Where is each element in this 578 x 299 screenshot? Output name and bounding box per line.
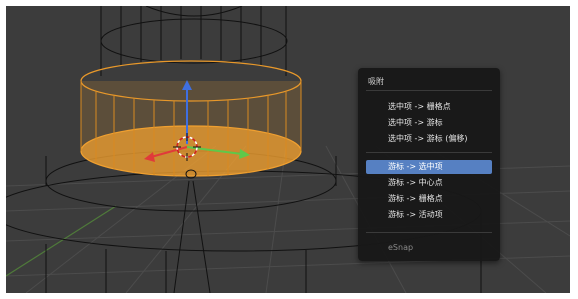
menu-item-selection-to-cursor-offset[interactable]: 选中项 -> 游标 (偏移) [366, 132, 492, 146]
menu-item-cursor-to-selected[interactable]: 游标 -> 选中项 [366, 160, 492, 174]
menu-item-cursor-to-active[interactable]: 游标 -> 活动项 [366, 208, 492, 222]
menu-divider [366, 152, 492, 153]
spindle-wireframe [173, 169, 211, 293]
snap-menu-title: 吸附 [368, 77, 384, 86]
selected-ring [80, 60, 302, 177]
menu-divider [366, 90, 492, 91]
snap-menu: 吸附 选中项 -> 栅格点 选中项 -> 游标 选中项 -> 游标 (偏移) 游… [358, 68, 500, 261]
menu-item-selection-to-grid[interactable]: 选中项 -> 栅格点 [366, 100, 492, 114]
menu-divider [366, 232, 492, 233]
menu-item-selection-to-cursor[interactable]: 选中项 -> 游标 [366, 116, 492, 130]
menu-item-cursor-to-grid[interactable]: 游标 -> 栅格点 [366, 192, 492, 206]
menu-item-cursor-to-center[interactable]: 游标 -> 中心点 [366, 176, 492, 190]
3d-viewport[interactable]: 吸附 选中项 -> 栅格点 选中项 -> 游标 选中项 -> 游标 (偏移) 游… [6, 6, 570, 293]
menu-footer-label: eSnap [388, 243, 414, 252]
